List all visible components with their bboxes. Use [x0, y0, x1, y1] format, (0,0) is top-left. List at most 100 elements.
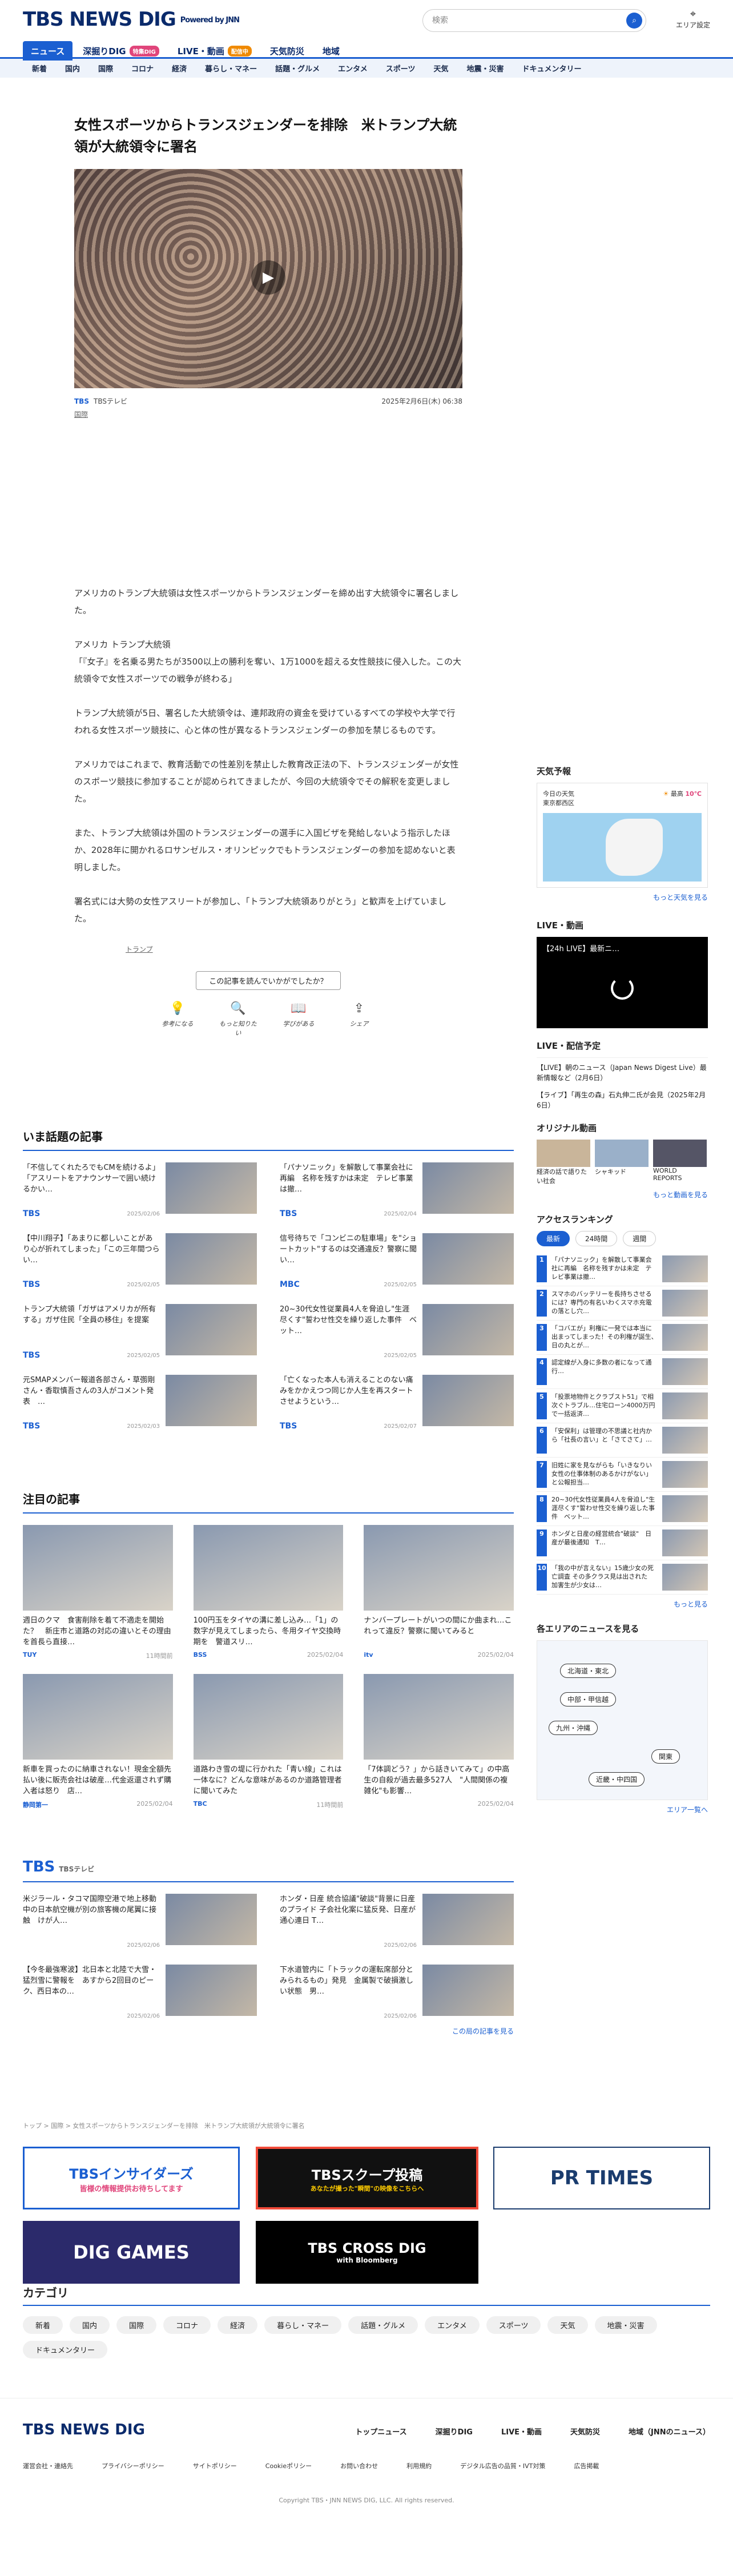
footer-link[interactable]: デジタル広告の品質・IVT対策	[460, 2461, 545, 2470]
ranking-more-link[interactable]: もっと見る	[537, 1599, 708, 1609]
trending-item[interactable]: 「亡くなった本人も消えることのない痛みをかかえつつ同じか人生を再スタートさせよう…	[280, 1375, 514, 1432]
category-chip[interactable]: 天気	[547, 2316, 588, 2334]
trending-item[interactable]: 元SMAPメンバー報道各部さん・草彅剛さん・香取慎吾さんの3人がコメント発表 ……	[23, 1375, 257, 1432]
weather-widget[interactable]: 今日の天気 東京都西区 ☀ 最高 10℃	[537, 783, 708, 888]
category-chip[interactable]: 地震・災害	[594, 2316, 657, 2334]
tab-dig[interactable]: 深掘りDIG 特集DIG	[75, 41, 167, 61]
original-video-item[interactable]: シャキッド	[595, 1140, 649, 1185]
tag-link[interactable]: トランプ	[126, 944, 462, 954]
footer-link[interactable]: 利用規約	[406, 2461, 432, 2470]
article-category-link[interactable]: 国際	[74, 409, 462, 419]
category-chip[interactable]: 話題・グルメ	[348, 2316, 418, 2334]
ranking-item[interactable]: 9 ホンダと日産の経営統合"破談" 日産が最後通知 T…	[537, 1526, 708, 1560]
category-chip[interactable]: 新着	[23, 2316, 63, 2334]
trending-item[interactable]: 20~30代女性従業員4人を脅迫し"生涯尽くす"誓わせ性交を繰り返した事件 ベッ…	[280, 1304, 514, 1361]
featured-card[interactable]: 「7体調どう？」から話きいてみて」の中高生の自殺が過去最多527人 "人間関係の…	[364, 1674, 514, 1809]
footer-logo[interactable]: TBS NEWS DIG	[23, 2421, 145, 2438]
react-more-button[interactable]: 🔍 もっと知りたい	[218, 1001, 258, 1037]
tbs-item[interactable]: 下水道管内に「トラックの運転席部分とみられるもの」発見 金属製で破損激しい状態 …	[280, 1965, 514, 2022]
rank-tab-weekly[interactable]: 週間	[623, 1231, 657, 1246]
category-chip[interactable]: スポーツ	[486, 2316, 541, 2334]
area-chubu[interactable]: 中部・甲信越	[560, 1692, 617, 1706]
subnav-item[interactable]: ドキュメンタリー	[513, 63, 591, 74]
tab-live[interactable]: LIVE・動画 配信中	[170, 41, 260, 61]
ranking-item[interactable]: 10 「我の中が言えない」15歳少女の死亡調査 その多クラス見は出された 加害生が…	[537, 1560, 708, 1595]
cross-dig-banner[interactable]: TBS CROSS DIG with Bloomberg	[256, 2221, 478, 2284]
ranking-item[interactable]: 2 スマホのバッテリーを長持ちさせるには？専門の有名いわくスマホ充電の落とし穴…	[537, 1286, 708, 1321]
weather-more-link[interactable]: もっと天気を見る	[537, 892, 708, 902]
footer-link[interactable]: Cookieポリシー	[265, 2461, 312, 2470]
schedule-item[interactable]: 【LIVE】朝のニュース（Japan News Digest Live）最新情報…	[537, 1062, 708, 1083]
footer-nav-item[interactable]: トップニュース	[355, 2426, 406, 2437]
tbs-item[interactable]: ホンダ・日産 統合協議"破談"背景に日産のプライド 子会社化案に猛反発、日産が通…	[280, 1894, 514, 1951]
category-chip[interactable]: ドキュメンタリー	[23, 2341, 108, 2358]
area-hokkaido-tohoku[interactable]: 北海道・東北	[560, 1664, 617, 1678]
subnav-item[interactable]: コロナ	[122, 63, 163, 74]
original-video-item[interactable]: WORLD REPORTS	[653, 1140, 707, 1185]
subnav-item[interactable]: 暮らし・マネー	[196, 63, 266, 74]
tbs-item[interactable]: 【今冬最強寒波】北日本と北陸で大雪・猛烈雪に警報を あすから2回目のピーク、西日…	[23, 1965, 257, 2022]
ranking-item[interactable]: 4 認定線が入身に多数の者になって通行…	[537, 1355, 708, 1389]
original-video-item[interactable]: 経済の話で語りたい社会	[537, 1140, 590, 1185]
ranking-item[interactable]: 8 20~30代女性従業員4人を脅迫し"生涯尽くす"誓わせ性交を繰り返した事件 ベ…	[537, 1492, 708, 1526]
category-chip[interactable]: 経済	[218, 2316, 258, 2334]
area-more-link[interactable]: エリア一覧へ	[537, 1805, 708, 1814]
source-logo[interactable]: TBS	[74, 397, 89, 405]
category-chip[interactable]: 国内	[70, 2316, 110, 2334]
ranking-item[interactable]: 6 「安保利」は管理の不思議と社内から「社長の言い」と「さてさて」…	[537, 1423, 708, 1458]
live-player[interactable]: 【24h LIVE】最新ニ…	[537, 937, 708, 1028]
footer-link[interactable]: 運営会社・連絡先	[23, 2461, 73, 2470]
footer-nav-item[interactable]: 天気防災	[570, 2426, 600, 2437]
subnav-item[interactable]: 国内	[56, 63, 89, 74]
footer-link[interactable]: 広告掲載	[574, 2461, 599, 2470]
area-kanto[interactable]: 関東	[651, 1749, 680, 1764]
area-kinki[interactable]: 近畿・中四国	[589, 1772, 645, 1786]
insiders-banner[interactable]: TBSインサイダーズ 皆様の情報提供お待ちしてます	[23, 2147, 240, 2209]
tbs-item[interactable]: 米ジラール・タコマ国際空港で地上移動中の日本航空機が別の旅客機の尾翼に接触 けが…	[23, 1894, 257, 1951]
rank-tab-24h[interactable]: 24時間	[575, 1231, 618, 1246]
category-chip[interactable]: コロナ	[163, 2316, 211, 2334]
prtimes-banner[interactable]: PR TIMES	[493, 2147, 710, 2209]
trending-item[interactable]: 「不信してくれたろでもCMを続けるよ」「アスリートをアナウンサーで囲い続けるかい…	[23, 1162, 257, 1219]
scoop-banner[interactable]: TBSスクープ投稿 あなたが撮った"瞬間"の映像をこちらへ	[256, 2147, 478, 2209]
react-learn-button[interactable]: 📖 学びがある	[279, 1001, 319, 1037]
footer-nav-item[interactable]: 深掘りDIG	[436, 2426, 473, 2437]
subnav-item[interactable]: スポーツ	[377, 63, 425, 74]
trending-item[interactable]: トランプ大統領「ガザはアメリカが所有する」ガザ住民「全員の移住」を提案 TBS 20…	[23, 1304, 257, 1361]
featured-card[interactable]: ナンバープレートがいつの間にか曲まれ…これって違反？警察に聞いてみると itv 20…	[364, 1525, 514, 1660]
tab-news[interactable]: ニュース	[23, 41, 73, 61]
tbs-more-link[interactable]: この局の記事を見る	[23, 2026, 514, 2036]
footer-link[interactable]: サイトポリシー	[193, 2461, 237, 2470]
tab-region[interactable]: 地域	[315, 41, 348, 61]
subnav-item[interactable]: 話題・グルメ	[266, 63, 329, 74]
play-icon[interactable]: ▶	[251, 260, 285, 295]
ranking-item[interactable]: 7 旧姓に家を見ながらも「いきなりい女性の仕事体制のあるかけがない」と公報担当…	[537, 1458, 708, 1492]
ranking-item[interactable]: 1 「パナソニック」を解散して事業会社に再編 名称を残すかは未定 テレビ事業は撤…	[537, 1252, 708, 1286]
breadcrumb[interactable]: トップ > 国際 > 女性スポーツからトランスジェンダーを排除 米トランプ大統領…	[23, 2121, 305, 2130]
ranking-item[interactable]: 3 「コバエが」利権に一発では本当に出まってしまった！その利権が誕生、日の丸とが…	[537, 1321, 708, 1355]
subnav-item[interactable]: 地震・災害	[458, 63, 513, 74]
subnav-item[interactable]: 新着	[23, 63, 56, 74]
trending-item[interactable]: 信号待ちで「コンビニの駐車場」を"ショートカット"するのは交通違反？警察に聞い……	[280, 1233, 514, 1290]
featured-card[interactable]: 100円玉をタイヤの溝に差し込み…「1」の数字が見えてしまったら、冬用タイヤ交換…	[193, 1525, 344, 1660]
category-chip[interactable]: 国際	[116, 2316, 157, 2334]
video-more-link[interactable]: もっと動画を見る	[537, 1190, 708, 1200]
ranking-item[interactable]: 5 「投票地物件とクラブスト51」で相次ぐトラブル…住宅ローン4000万円で一括返…	[537, 1389, 708, 1423]
featured-card[interactable]: 新車を買ったのに納車されない！現金全額先払い後に販売会社は破産…代金返還されず購…	[23, 1674, 173, 1809]
trending-item[interactable]: 「パナソニック」を解散して事業会社に再編 名称を残すかは未定 テレビ事業は撤… T…	[280, 1162, 514, 1219]
react-helpful-button[interactable]: 💡 参考になる	[158, 1001, 198, 1037]
site-logo[interactable]: TBS NEWS DIG Powered by JNN	[23, 8, 240, 31]
schedule-item[interactable]: 【ライブ】「再生の森」石丸伸二氏が会見（2025年2月6日）	[537, 1090, 708, 1110]
category-chip[interactable]: 暮らし・マネー	[264, 2316, 342, 2334]
footer-nav-item[interactable]: 地域（JNNのニュース）	[629, 2426, 710, 2437]
subnav-item[interactable]: 経済	[163, 63, 196, 74]
category-chip[interactable]: エンタメ	[425, 2316, 480, 2334]
area-kyushu[interactable]: 九州・沖縄	[549, 1721, 598, 1735]
subnav-item[interactable]: 天気	[424, 63, 457, 74]
subnav-item[interactable]: エンタメ	[329, 63, 377, 74]
video-player[interactable]: ▶	[74, 169, 462, 388]
subnav-item[interactable]: 国際	[89, 63, 122, 74]
featured-card[interactable]: 道路わき雪の堤に行かれた「青い線」これは一体なに？どんな意味があるのか道路管理者…	[193, 1674, 344, 1809]
share-button[interactable]: ⇪ シェア	[339, 1001, 379, 1037]
dig-games-banner[interactable]: DIG GAMES	[23, 2221, 240, 2284]
